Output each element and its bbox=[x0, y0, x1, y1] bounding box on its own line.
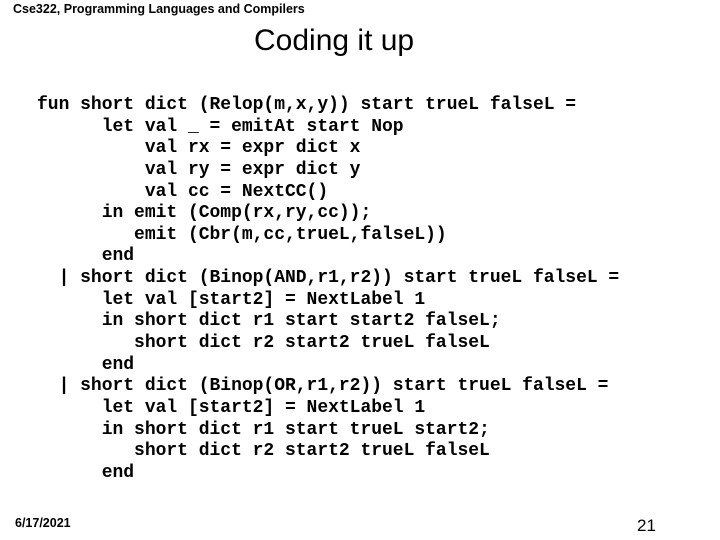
code-line: end bbox=[37, 462, 135, 483]
code-block: fun short dict (Relop(m,x,y)) start true… bbox=[37, 95, 619, 485]
page-number: 21 bbox=[637, 516, 656, 535]
code-line: in short dict r1 start trueL start2; bbox=[37, 419, 490, 440]
code-line: let val [start2] = NextLabel 1 bbox=[37, 289, 426, 310]
code-line: val cc = NextCC() bbox=[37, 181, 329, 202]
code-line: in emit (Comp(rx,ry,cc)); bbox=[37, 203, 372, 224]
footer-date: 6/17/2021 bbox=[15, 516, 71, 530]
code-line: val rx = expr dict x bbox=[37, 138, 361, 159]
code-line: emit (Cbr(m,cc,trueL,falseL)) bbox=[37, 224, 447, 245]
code-line: let val [start2] = NextLabel 1 bbox=[37, 397, 426, 418]
code-line: in short dict r1 start start2 falseL; bbox=[37, 311, 501, 332]
code-line: end bbox=[37, 354, 135, 375]
code-line: | short dict (Binop(AND,r1,r2)) start tr… bbox=[37, 268, 620, 289]
code-line: | short dict (Binop(OR,r1,r2)) start tru… bbox=[37, 376, 609, 397]
code-line: val ry = expr dict y bbox=[37, 159, 361, 180]
code-line: short dict r2 start2 trueL falseL bbox=[37, 441, 490, 462]
code-line: short dict r2 start2 trueL falseL bbox=[37, 333, 490, 354]
code-line: fun short dict (Relop(m,x,y)) start true… bbox=[37, 95, 577, 115]
slide-title: Coding it up bbox=[254, 24, 415, 57]
course-header: Cse322, Programming Languages and Compil… bbox=[13, 2, 305, 16]
code-line: end bbox=[37, 246, 135, 267]
code-line: let val _ = emitAt start Nop bbox=[37, 116, 404, 137]
